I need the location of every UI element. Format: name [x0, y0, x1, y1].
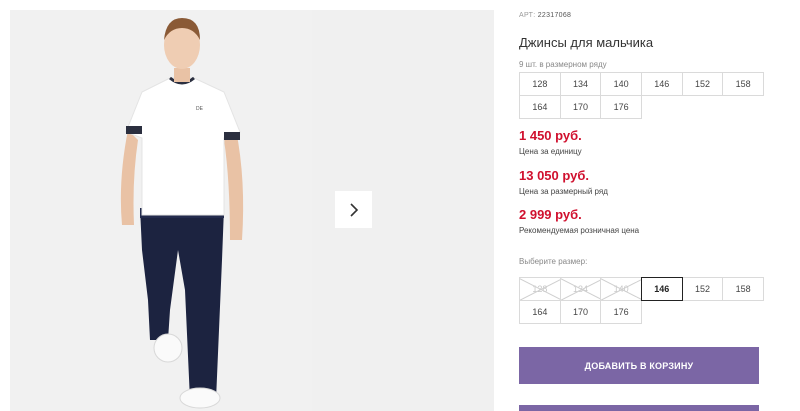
pack-size-cell: 176 [600, 95, 642, 119]
pack-price: 13 050 руб. [519, 168, 590, 183]
pack-size-cell: 134 [559, 72, 602, 96]
size-selector: 128 134 140 146 152 158 164 170 176 [519, 277, 764, 324]
choose-size-label: Выберите размер: [519, 257, 588, 266]
product-photo[interactable]: DE [10, 10, 312, 411]
tshirt-logo: DE [196, 106, 204, 112]
article-number: АРТ: 22317068 [519, 12, 571, 19]
unit-price: 1 450 руб. [519, 128, 582, 143]
pack-size-cell: 146 [640, 72, 683, 96]
retail-price-label: Рекомендуемая розничная цена [519, 226, 640, 235]
pack-size-cell: 128 [519, 72, 561, 96]
size-option-disabled: 140 [600, 277, 642, 301]
pack-price-label: Цена за размерный ряд [519, 187, 608, 196]
next-photo-button[interactable] [335, 191, 372, 228]
size-option-disabled: 134 [559, 277, 602, 301]
size-option[interactable]: 170 [559, 300, 602, 324]
pack-size-cell: 170 [559, 95, 602, 119]
pack-size-cell: 140 [600, 72, 642, 96]
pack-size-cell: 158 [722, 72, 764, 96]
unit-price-label: Цена за единицу [519, 147, 582, 156]
chevron-right-icon [349, 202, 358, 217]
size-option[interactable]: 152 [681, 277, 724, 301]
pack-size-cell: 152 [681, 72, 724, 96]
secondary-action-button[interactable] [519, 405, 759, 411]
article-label: АРТ: [519, 12, 536, 19]
boy-in-jeans-image: DE [10, 10, 312, 411]
size-option[interactable]: 176 [600, 300, 642, 324]
size-option-disabled: 128 [519, 277, 561, 301]
product-title: Джинсы для мальчика [519, 35, 654, 50]
article-value: 22317068 [537, 12, 572, 19]
size-option[interactable]: 158 [722, 277, 764, 301]
pack-sizes-grid: 128 134 140 146 152 158 164 170 176 [519, 72, 764, 119]
size-option-selected[interactable]: 146 [640, 277, 683, 301]
add-to-cart-button[interactable]: ДОБАВИТЬ В КОРЗИНУ [519, 347, 759, 384]
pack-size-cell: 164 [519, 95, 561, 119]
retail-price: 2 999 руб. [519, 207, 582, 222]
size-option[interactable]: 164 [519, 300, 561, 324]
pack-hint: 9 шт. в размерном ряду [519, 60, 607, 69]
